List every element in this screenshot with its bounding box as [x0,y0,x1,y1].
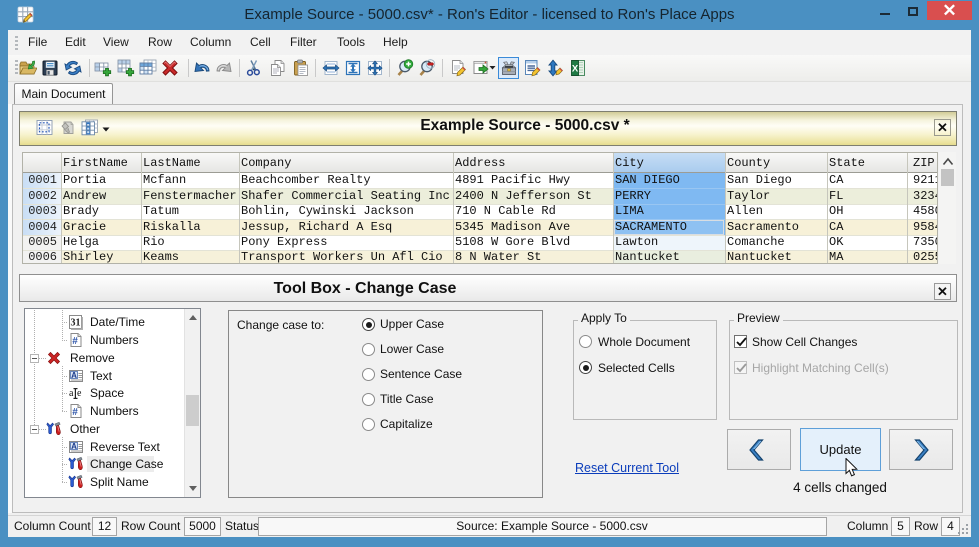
svg-text:#: # [72,336,78,347]
svg-text:a: a [69,388,74,399]
svg-text:31: 31 [71,318,81,329]
svg-text:A: A [71,442,77,451]
svg-text:A: A [71,371,77,380]
svg-text:e: e [77,388,82,399]
svg-text:X: X [572,64,579,75]
svg-text:#: # [72,407,78,418]
